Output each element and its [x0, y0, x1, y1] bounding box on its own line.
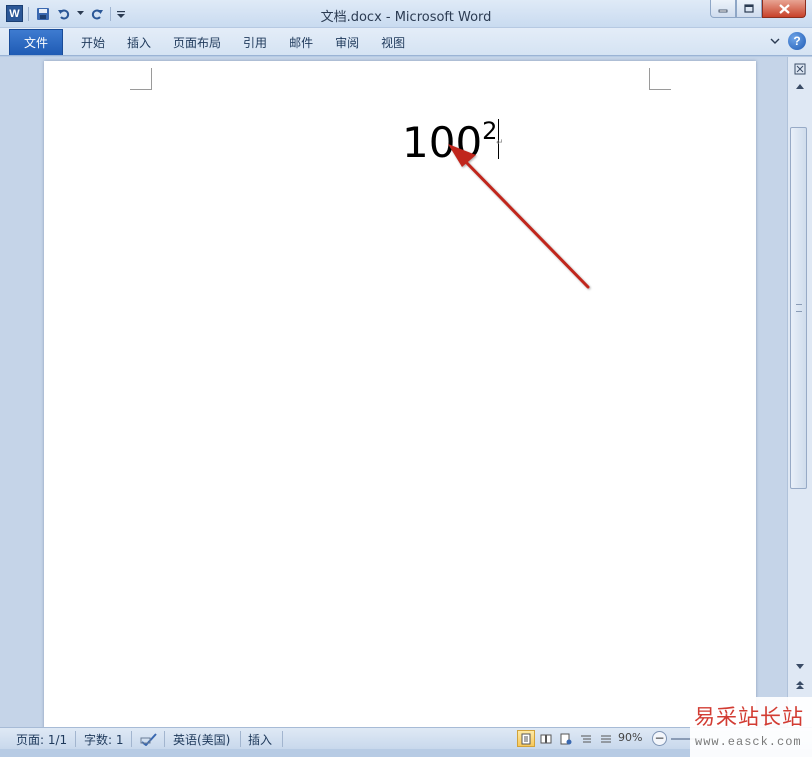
vertical-scrollbar[interactable]	[787, 57, 812, 727]
ruler-toggle-icon[interactable]	[791, 61, 808, 76]
window-title: 文档.docx - Microsoft Word	[320, 10, 492, 25]
close-icon	[778, 3, 790, 14]
status-separator	[164, 731, 165, 747]
status-separator	[131, 731, 132, 747]
tab-mailings[interactable]: 邮件	[278, 28, 324, 56]
minimize-icon	[718, 9, 728, 12]
language-indicator[interactable]: 英语(美国)	[173, 731, 230, 747]
tab-review[interactable]: 审阅	[324, 28, 370, 56]
document-area: 1002 ↵	[0, 57, 787, 727]
status-separator	[75, 731, 76, 747]
watermark-url: www.easck.com	[695, 735, 802, 749]
help-button[interactable]: ?	[788, 32, 806, 50]
tab-home[interactable]: 开始	[70, 28, 116, 56]
ribbon-tabs: 开始 插入 页面布局 引用 邮件 审阅 视图	[70, 28, 416, 56]
outline-view-icon[interactable]	[577, 730, 595, 747]
close-button[interactable]	[762, 0, 806, 18]
tab-insert[interactable]: 插入	[116, 28, 162, 56]
ribbon-tab-bar: 文件 开始 插入 页面布局 引用 邮件 审阅 视图 ?	[0, 28, 812, 56]
title-bar: W 文档.docx - Microsoft Word	[0, 0, 812, 28]
scroll-grip	[796, 304, 802, 312]
annotation-arrow-icon	[448, 144, 590, 289]
insert-mode[interactable]: 插入	[248, 731, 272, 747]
word-count[interactable]: 字数: 1	[84, 731, 124, 747]
watermark-title: 易采站长站	[694, 705, 804, 729]
expand-ribbon-icon[interactable]	[770, 34, 780, 48]
restore-icon	[744, 4, 754, 13]
zoom-level[interactable]: 90%	[618, 731, 642, 744]
tab-view[interactable]: 视图	[370, 28, 416, 56]
print-layout-icon[interactable]	[517, 730, 535, 747]
scroll-thumb[interactable]	[790, 127, 807, 489]
status-separator	[240, 731, 241, 747]
view-buttons	[517, 730, 615, 747]
ribbon-right-controls: ?	[770, 32, 806, 50]
minimize-button[interactable]	[710, 0, 736, 18]
scroll-down-icon[interactable]	[791, 659, 808, 674]
zoom-out-button[interactable]: −	[652, 731, 667, 746]
restore-button[interactable]	[736, 0, 762, 18]
scroll-up-icon[interactable]	[791, 79, 808, 94]
full-screen-reading-icon[interactable]	[537, 730, 555, 747]
tab-references[interactable]: 引用	[232, 28, 278, 56]
site-watermark: 易采站长站 www.easck.com	[690, 697, 812, 757]
tab-file[interactable]: 文件	[9, 29, 63, 55]
status-separator	[282, 731, 283, 747]
page-count[interactable]: 页面: 1/1	[16, 731, 67, 747]
tab-page-layout[interactable]: 页面布局	[162, 28, 232, 56]
window-controls	[710, 0, 806, 18]
web-layout-icon[interactable]	[557, 730, 575, 747]
proofing-icon[interactable]	[140, 731, 158, 747]
previous-page-icon[interactable]	[791, 677, 808, 692]
draft-view-icon[interactable]	[597, 730, 615, 747]
